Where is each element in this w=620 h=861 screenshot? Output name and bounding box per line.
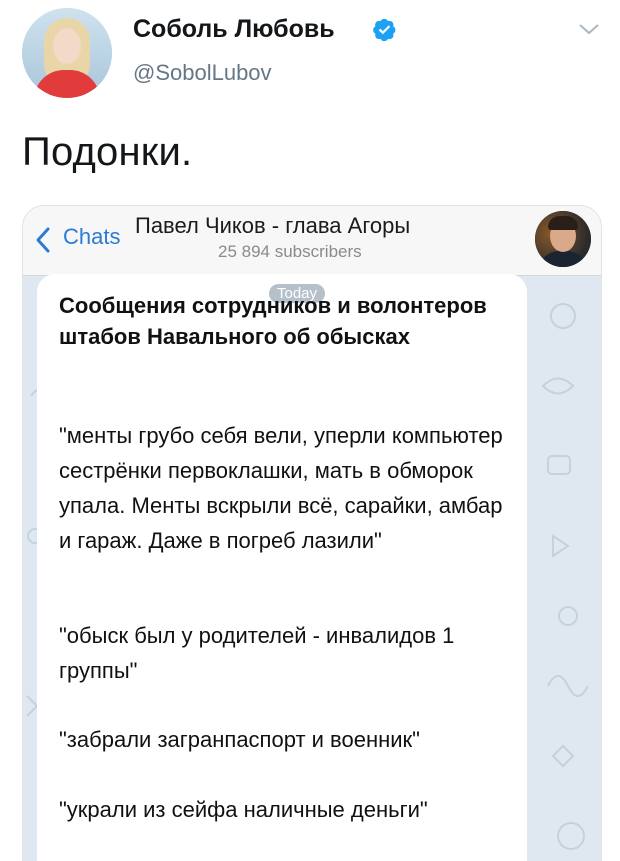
verified-badge-icon — [373, 18, 396, 42]
channel-title[interactable]: Павел Чиков - глава Агоры — [135, 213, 410, 239]
chevron-down-icon[interactable] — [578, 22, 600, 36]
message-paragraph: "украли из сейфа наличные деньги" — [59, 797, 428, 822]
message-paragraph: "забрали загранпаспорт и военник" — [59, 727, 420, 752]
message-paragraph: "обыск был у родителей - инвалидов 1 гру… — [59, 623, 455, 683]
display-name[interactable]: Соболь Любовь — [133, 15, 335, 44]
user-avatar[interactable] — [22, 8, 112, 98]
telegram-header: Chats Павел Чиков - глава Агоры 25 894 s… — [23, 206, 601, 276]
tweet-text: Подонки. — [22, 130, 193, 174]
message-bubble — [37, 274, 527, 861]
subscriber-count: 25 894 subscribers — [218, 242, 362, 261]
message-title: Сообщения сотрудников и волонтеров штабо… — [59, 293, 487, 349]
back-to-chats-link[interactable]: Chats — [63, 224, 120, 250]
channel-avatar[interactable] — [535, 211, 591, 267]
user-handle[interactable]: @SobolLubov — [133, 60, 272, 86]
embedded-screenshot[interactable]: Chats Павел Чиков - глава Агоры 25 894 s… — [22, 205, 602, 861]
message-paragraph: "менты грубо себя вели, уперли компьютер… — [59, 423, 503, 553]
tweet-card: Соболь Любовь @SobolLubov Подонки. Chats… — [0, 0, 620, 861]
chevron-left-icon[interactable] — [35, 226, 51, 254]
